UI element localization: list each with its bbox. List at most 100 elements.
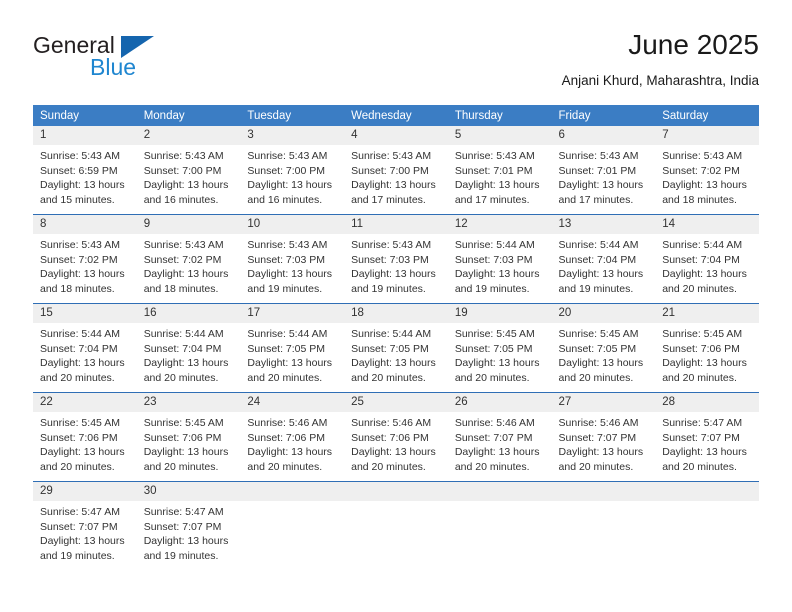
calendar-cell[interactable]: 22 Sunrise: 5:45 AM Sunset: 7:06 PM Dayl… (33, 392, 137, 482)
calendar-cell[interactable]: 11 Sunrise: 5:43 AM Sunset: 7:03 PM Dayl… (344, 214, 448, 304)
day-cell[interactable]: 19 Sunrise: 5:45 AM Sunset: 7:05 PM Dayl… (447, 304, 552, 392)
calendar-cell[interactable]: 8 Sunrise: 5:43 AM Sunset: 7:02 PM Dayli… (33, 214, 137, 304)
daylight-text-line2: and 18 minutes. (143, 282, 219, 295)
calendar-cell[interactable]: 3 Sunrise: 5:43 AM Sunset: 7:00 PM Dayli… (240, 126, 345, 215)
day-cell[interactable]: 26 Sunrise: 5:46 AM Sunset: 7:07 PM Dayl… (447, 393, 552, 481)
day-number: 2 (136, 126, 241, 145)
sunset-text: Sunset: 7:03 PM (351, 253, 429, 266)
calendar-cell[interactable]: 17 Sunrise: 5:44 AM Sunset: 7:05 PM Dayl… (240, 303, 345, 393)
day-cell[interactable]: 8 Sunrise: 5:43 AM Sunset: 7:02 PM Dayli… (33, 215, 137, 303)
calendar-cell[interactable]: 12 Sunrise: 5:44 AM Sunset: 7:03 PM Dayl… (447, 214, 552, 304)
day-cell[interactable]: 10 Sunrise: 5:43 AM Sunset: 7:03 PM Dayl… (240, 215, 345, 303)
calendar-cell[interactable]: 1 Sunrise: 5:43 AM Sunset: 6:59 PM Dayli… (33, 126, 137, 215)
day-cell[interactable]: 5 Sunrise: 5:43 AM Sunset: 7:01 PM Dayli… (447, 126, 552, 214)
day-cell[interactable]: 16 Sunrise: 5:44 AM Sunset: 7:04 PM Dayl… (136, 304, 241, 392)
calendar-cell[interactable]: 26 Sunrise: 5:46 AM Sunset: 7:07 PM Dayl… (447, 392, 552, 482)
calendar-cell[interactable]: 25 Sunrise: 5:46 AM Sunset: 7:06 PM Dayl… (344, 392, 448, 482)
calendar-cell[interactable]: 4 Sunrise: 5:43 AM Sunset: 7:00 PM Dayli… (344, 126, 448, 215)
calendar-cell[interactable]: 23 Sunrise: 5:45 AM Sunset: 7:06 PM Dayl… (136, 392, 241, 482)
day-number: 30 (136, 482, 241, 501)
day-cell[interactable]: 17 Sunrise: 5:44 AM Sunset: 7:05 PM Dayl… (240, 304, 345, 392)
sunset-text: Sunset: 7:05 PM (558, 342, 637, 355)
calendar-cell[interactable]: 28 Sunrise: 5:47 AM Sunset: 7:07 PM Dayl… (655, 392, 759, 482)
page-header: General Blue June 2025 Anjani Khurd, Mah… (33, 28, 759, 96)
calendar-cell[interactable]: 15 Sunrise: 5:44 AM Sunset: 7:04 PM Dayl… (33, 303, 137, 393)
calendar-cell[interactable]: 13 Sunrise: 5:44 AM Sunset: 7:04 PM Dayl… (551, 214, 656, 304)
day-details: Sunrise: 5:45 AM Sunset: 7:05 PM Dayligh… (448, 323, 552, 385)
day-cell[interactable]: 3 Sunrise: 5:43 AM Sunset: 7:00 PM Dayli… (240, 126, 345, 214)
daylight-text-line2: and 18 minutes. (662, 193, 737, 206)
day-cell[interactable]: 21 Sunrise: 5:45 AM Sunset: 7:06 PM Dayl… (655, 304, 759, 392)
day-cell[interactable]: 28 Sunrise: 5:47 AM Sunset: 7:07 PM Dayl… (655, 393, 759, 481)
calendar-cell[interactable]: 5 Sunrise: 5:43 AM Sunset: 7:01 PM Dayli… (447, 126, 552, 215)
calendar-cell[interactable]: 19 Sunrise: 5:45 AM Sunset: 7:05 PM Dayl… (447, 303, 552, 393)
day-details: Sunrise: 5:45 AM Sunset: 7:05 PM Dayligh… (552, 323, 656, 385)
day-cell[interactable]: 24 Sunrise: 5:46 AM Sunset: 7:06 PM Dayl… (240, 393, 345, 481)
calendar-week-row: 29 Sunrise: 5:47 AM Sunset: 7:07 PM Dayl… (33, 481, 759, 570)
daylight-text-line2: and 20 minutes. (247, 460, 323, 473)
day-cell[interactable]: 23 Sunrise: 5:45 AM Sunset: 7:06 PM Dayl… (136, 393, 241, 481)
day-cell[interactable]: 9 Sunrise: 5:43 AM Sunset: 7:02 PM Dayli… (136, 215, 241, 303)
day-cell[interactable]: 7 Sunrise: 5:43 AM Sunset: 7:02 PM Dayli… (655, 126, 759, 214)
weekday-header-friday: Friday (551, 105, 656, 126)
calendar-cell[interactable]: 29 Sunrise: 5:47 AM Sunset: 7:07 PM Dayl… (33, 481, 137, 570)
daylight-text-line2: and 20 minutes. (351, 371, 426, 384)
day-cell[interactable]: 25 Sunrise: 5:46 AM Sunset: 7:06 PM Dayl… (344, 393, 448, 481)
day-cell[interactable]: 14 Sunrise: 5:44 AM Sunset: 7:04 PM Dayl… (655, 215, 759, 303)
calendar-cell[interactable]: 6 Sunrise: 5:43 AM Sunset: 7:01 PM Dayli… (551, 126, 656, 215)
daylight-text-line1: Daylight: 13 hours (558, 357, 644, 370)
day-cell[interactable]: 1 Sunrise: 5:43 AM Sunset: 6:59 PM Dayli… (33, 126, 137, 214)
day-cell[interactable]: 22 Sunrise: 5:45 AM Sunset: 7:06 PM Dayl… (33, 393, 137, 481)
day-cell[interactable]: 13 Sunrise: 5:44 AM Sunset: 7:04 PM Dayl… (551, 215, 656, 303)
sunrise-text: Sunrise: 5:44 AM (662, 239, 743, 251)
calendar-cell[interactable]: 18 Sunrise: 5:44 AM Sunset: 7:05 PM Dayl… (344, 303, 448, 393)
day-number: 15 (33, 304, 137, 323)
daylight-text-line2: and 19 minutes. (454, 282, 530, 295)
day-cell[interactable]: 18 Sunrise: 5:44 AM Sunset: 7:05 PM Dayl… (344, 304, 448, 392)
sunrise-text: Sunrise: 5:43 AM (454, 150, 535, 162)
calendar-cell[interactable]: 10 Sunrise: 5:43 AM Sunset: 7:03 PM Dayl… (240, 214, 345, 304)
calendar-cell[interactable]: 30 Sunrise: 5:47 AM Sunset: 7:07 PM Dayl… (136, 481, 241, 570)
day-number: 4 (344, 126, 448, 145)
calendar-cell[interactable]: 21 Sunrise: 5:45 AM Sunset: 7:06 PM Dayl… (655, 303, 759, 393)
calendar-cell[interactable]: 9 Sunrise: 5:43 AM Sunset: 7:02 PM Dayli… (136, 214, 241, 304)
calendar-cell (240, 481, 345, 570)
general-blue-logo[interactable]: General Blue (33, 32, 233, 88)
day-cell[interactable]: 4 Sunrise: 5:43 AM Sunset: 7:00 PM Dayli… (344, 126, 448, 214)
day-cell-empty (447, 482, 552, 570)
calendar-cell (655, 481, 759, 570)
day-cell-empty (344, 482, 448, 570)
sunset-text: Sunset: 7:05 PM (351, 342, 429, 355)
calendar-cell[interactable]: 16 Sunrise: 5:44 AM Sunset: 7:04 PM Dayl… (136, 303, 241, 393)
calendar-cell[interactable]: 27 Sunrise: 5:46 AM Sunset: 7:07 PM Dayl… (551, 392, 656, 482)
day-details: Sunrise: 5:43 AM Sunset: 7:02 PM Dayligh… (33, 234, 137, 296)
day-details: Sunrise: 5:44 AM Sunset: 7:04 PM Dayligh… (137, 323, 241, 385)
sunset-text: Sunset: 7:07 PM (454, 431, 533, 444)
day-cell[interactable]: 12 Sunrise: 5:44 AM Sunset: 7:03 PM Dayl… (447, 215, 552, 303)
day-number (551, 482, 656, 501)
day-cell[interactable]: 11 Sunrise: 5:43 AM Sunset: 7:03 PM Dayl… (344, 215, 448, 303)
daylight-text-line2: and 20 minutes. (662, 371, 737, 384)
calendar-cell[interactable]: 20 Sunrise: 5:45 AM Sunset: 7:05 PM Dayl… (551, 303, 656, 393)
sunrise-text: Sunrise: 5:44 AM (143, 328, 224, 340)
day-cell[interactable]: 6 Sunrise: 5:43 AM Sunset: 7:01 PM Dayli… (551, 126, 656, 214)
day-cell[interactable]: 20 Sunrise: 5:45 AM Sunset: 7:05 PM Dayl… (551, 304, 656, 392)
day-details: Sunrise: 5:45 AM Sunset: 7:06 PM Dayligh… (137, 412, 241, 474)
day-number: 25 (344, 393, 448, 412)
calendar-cell[interactable]: 2 Sunrise: 5:43 AM Sunset: 7:00 PM Dayli… (136, 126, 241, 215)
daylight-text-line2: and 20 minutes. (558, 371, 634, 384)
day-cell[interactable]: 27 Sunrise: 5:46 AM Sunset: 7:07 PM Dayl… (551, 393, 656, 481)
daylight-text-line1: Daylight: 13 hours (143, 446, 229, 459)
calendar-cell[interactable]: 24 Sunrise: 5:46 AM Sunset: 7:06 PM Dayl… (240, 392, 345, 482)
sunset-text: Sunset: 7:02 PM (662, 164, 740, 177)
calendar-cell[interactable]: 7 Sunrise: 5:43 AM Sunset: 7:02 PM Dayli… (655, 126, 759, 215)
sunrise-text: Sunrise: 5:43 AM (40, 150, 120, 162)
calendar-cell (447, 481, 552, 570)
day-details: Sunrise: 5:43 AM Sunset: 7:00 PM Dayligh… (240, 145, 344, 207)
calendar-cell[interactable]: 14 Sunrise: 5:44 AM Sunset: 7:04 PM Dayl… (655, 214, 759, 304)
day-cell[interactable]: 30 Sunrise: 5:47 AM Sunset: 7:07 PM Dayl… (136, 482, 241, 570)
day-cell[interactable]: 2 Sunrise: 5:43 AM Sunset: 7:00 PM Dayli… (136, 126, 241, 214)
day-details: Sunrise: 5:46 AM Sunset: 7:07 PM Dayligh… (448, 412, 552, 474)
day-cell[interactable]: 15 Sunrise: 5:44 AM Sunset: 7:04 PM Dayl… (33, 304, 137, 392)
day-cell[interactable]: 29 Sunrise: 5:47 AM Sunset: 7:07 PM Dayl… (33, 482, 137, 570)
